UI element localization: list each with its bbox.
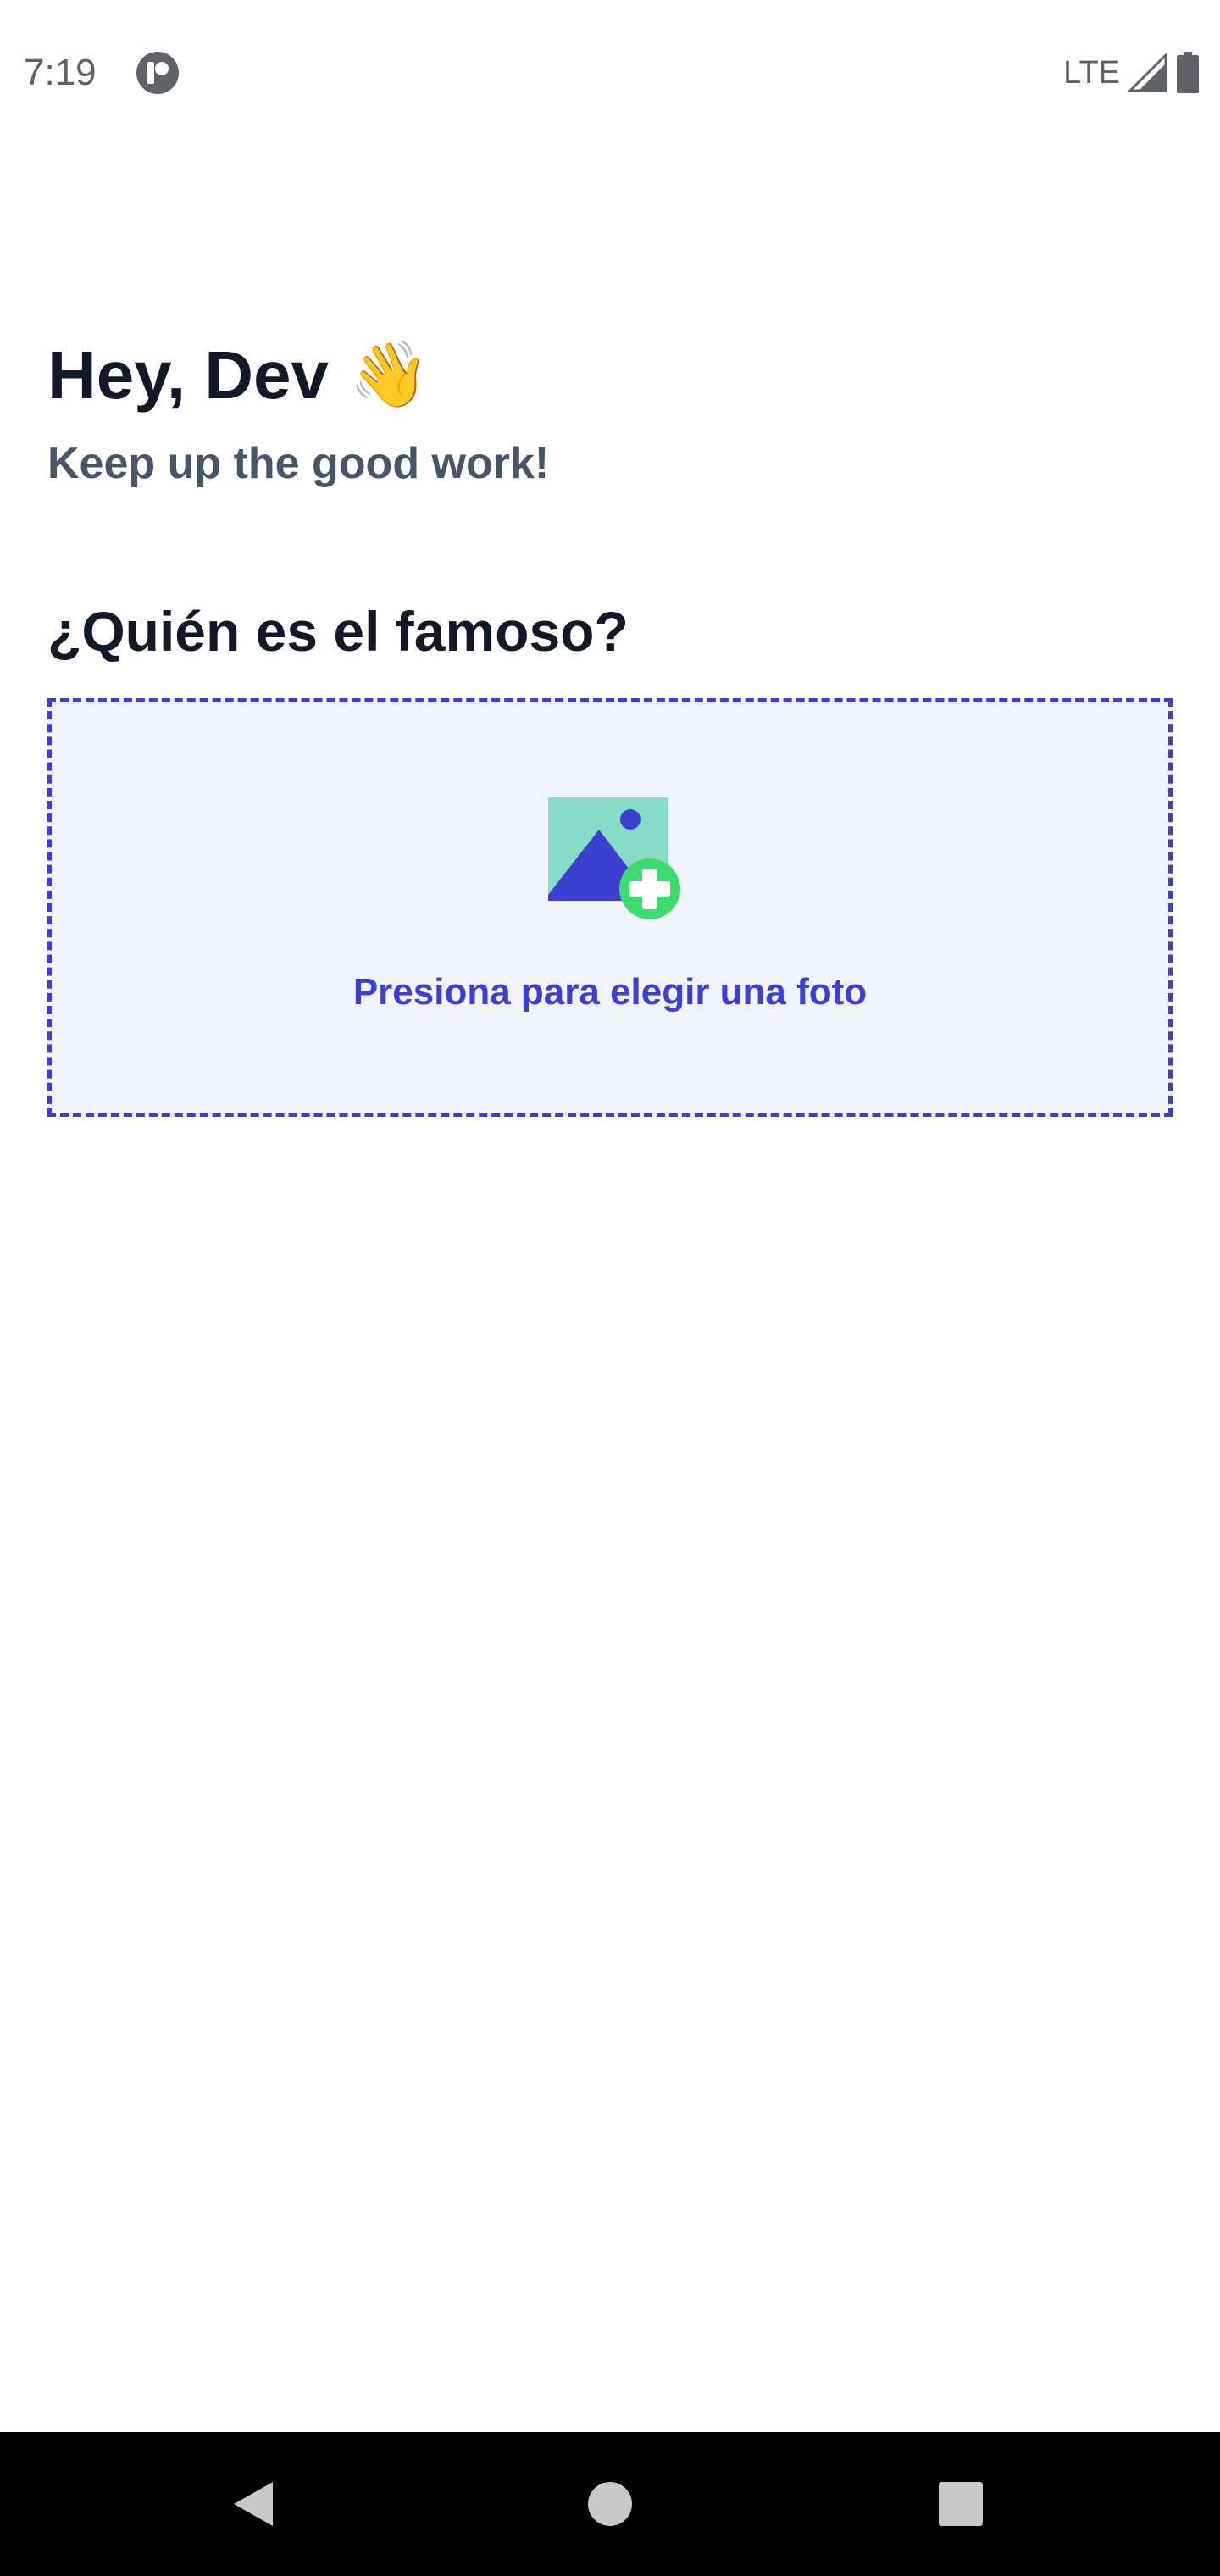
- status-time: 7:19: [24, 52, 97, 93]
- network-type-label: LTE: [1063, 54, 1120, 91]
- greeting-heading: Hey, Dev 👋: [47, 329, 430, 422]
- greeting-subtitle: Keep up the good work!: [47, 439, 550, 488]
- app-screen: 7:19 LTE Hey, Dev 👋 Keep up the good wor…: [0, 0, 1220, 2576]
- status-indicators: LTE: [1063, 47, 1200, 98]
- greeting-text: Hey, Dev: [47, 337, 330, 413]
- battery-icon: [1177, 52, 1199, 93]
- photo-picker-label: Presiona para elegir una foto: [352, 971, 868, 1013]
- waving-hand-icon: 👋: [349, 339, 430, 411]
- home-button[interactable]: [576, 2470, 644, 2538]
- app-notification-icon: [136, 52, 179, 94]
- back-icon: [234, 2482, 273, 2526]
- home-icon: [588, 2482, 632, 2526]
- signal-icon: [1128, 53, 1167, 92]
- recents-icon: [939, 2482, 983, 2526]
- photo-picker-button[interactable]: Presiona para elegir una foto: [47, 698, 1173, 1117]
- system-nav-bar: [0, 2432, 1220, 2576]
- back-button[interactable]: [220, 2470, 288, 2538]
- recents-button[interactable]: [927, 2470, 995, 2538]
- add-image-icon: [548, 797, 680, 919]
- section-title: ¿Quién es el famoso?: [47, 600, 629, 663]
- status-bar: 7:19 LTE: [0, 0, 1220, 146]
